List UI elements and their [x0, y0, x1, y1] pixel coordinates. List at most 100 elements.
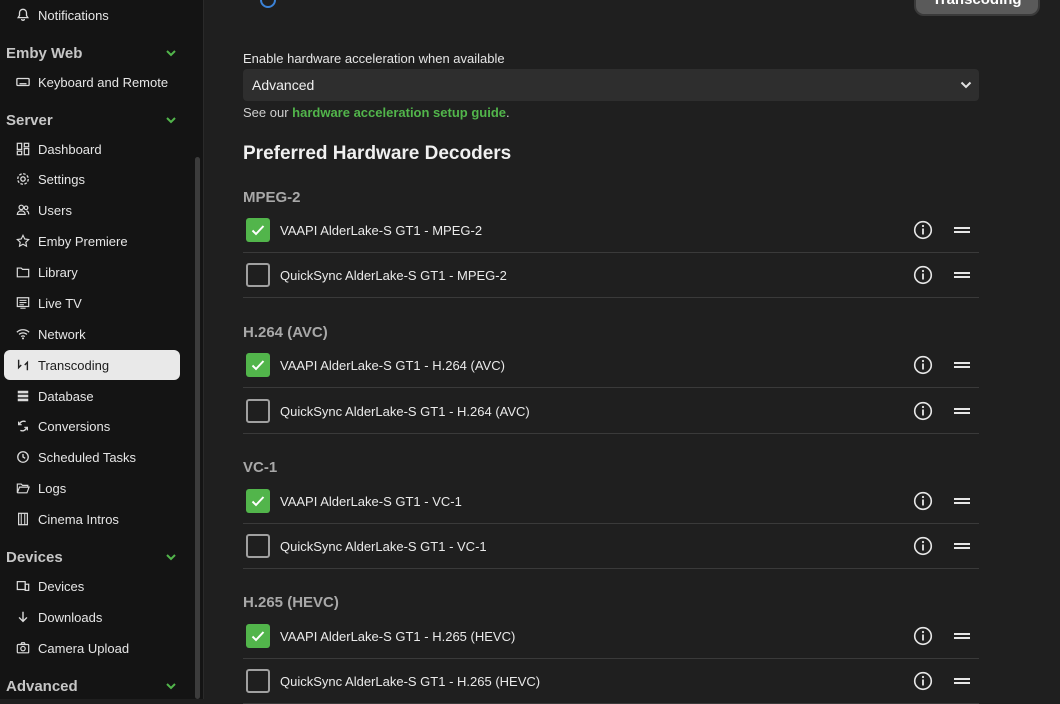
info-icon[interactable] — [913, 491, 933, 511]
info-icon[interactable] — [913, 220, 933, 240]
decoder-row: VAAPI AlderLake-S GT1 - VC-1 — [243, 479, 979, 524]
sidebar-item-logs[interactable]: Logs — [4, 473, 180, 503]
section-advanced[interactable]: Advanced — [6, 678, 176, 695]
chevron-down-icon — [166, 554, 176, 561]
dashboard-icon — [16, 142, 30, 156]
info-icon[interactable] — [913, 536, 933, 556]
drag-handle-icon[interactable] — [954, 405, 970, 417]
group-title: MPEG-2 — [243, 189, 301, 206]
sidebar-item-downloads[interactable]: Downloads — [4, 602, 180, 632]
help-prefix: See our — [243, 105, 293, 120]
drag-handle-icon[interactable] — [954, 359, 970, 371]
section-emby-web[interactable]: Emby Web — [6, 45, 176, 62]
chevron-down-icon — [166, 683, 176, 690]
sidebar-item-users[interactable]: Users — [4, 195, 180, 225]
sidebar-item-cinema-intros[interactable]: Cinema Intros — [4, 504, 180, 534]
decoder-checkbox[interactable] — [246, 399, 270, 423]
checkmark-icon — [251, 225, 265, 236]
drag-handle-icon[interactable] — [954, 224, 970, 236]
info-icon[interactable] — [913, 626, 933, 646]
sidebar-item-notifications[interactable]: Notifications — [4, 0, 180, 30]
drag-handle-icon[interactable] — [954, 540, 970, 552]
decoder-checkbox[interactable] — [246, 669, 270, 693]
drag-handle-icon[interactable] — [954, 269, 970, 281]
chevron-down-icon — [166, 117, 176, 124]
sidebar-item-label: Network — [38, 326, 86, 342]
sidebar-item-label: Keyboard and Remote — [38, 74, 169, 90]
sidebar-item-devices[interactable]: Devices — [4, 571, 180, 601]
chevron-down-icon — [960, 81, 972, 89]
folder-open-icon — [16, 481, 30, 495]
group-title: H.265 (HEVC) — [243, 594, 339, 611]
convert-icon — [16, 419, 30, 433]
sidebar-item-label: Live TV — [38, 295, 82, 311]
decoder-checkbox[interactable] — [246, 263, 270, 287]
sidebar-item-label: Notifications — [38, 7, 109, 23]
decoder-row: QuickSync AlderLake-S GT1 - VC-1 — [243, 524, 979, 569]
devices-icon — [16, 579, 30, 593]
info-icon[interactable] — [913, 671, 933, 691]
tab-transcoding[interactable]: Transcoding — [914, 0, 1040, 16]
checkmark-icon — [251, 360, 265, 371]
keyboard-icon — [16, 75, 30, 89]
gear-icon — [16, 172, 30, 186]
decoder-row: QuickSync AlderLake-S GT1 - MPEG-2 — [243, 253, 979, 298]
group-title: VC-1 — [243, 459, 278, 476]
sidebar-item-label: Downloads — [38, 609, 103, 625]
section-label: Emby Web — [6, 45, 83, 62]
sidebar-item-transcoding[interactable]: Transcoding — [4, 350, 180, 380]
chevron-down-icon — [166, 50, 176, 57]
sidebar-item-camera-upload[interactable]: Camera Upload — [4, 633, 180, 663]
sidebar-item-dashboard[interactable]: Dashboard — [4, 134, 180, 164]
sidebar-scrollbar[interactable] — [195, 157, 200, 699]
info-icon[interactable] — [913, 355, 933, 375]
sidebar-item-library[interactable]: Library — [4, 257, 180, 287]
sidebar-item-conversions[interactable]: Conversions — [4, 411, 180, 441]
sidebar-item-label: Emby Premiere — [38, 233, 128, 249]
sidebar-item-live-tv[interactable]: Live TV — [4, 288, 180, 318]
info-icon[interactable] — [260, 0, 276, 8]
decoder-checkbox[interactable] — [246, 353, 270, 377]
drag-handle-icon[interactable] — [954, 630, 970, 642]
film-icon — [16, 512, 30, 526]
star-icon — [16, 234, 30, 248]
drag-handle-icon[interactable] — [954, 495, 970, 507]
decoder-checkbox[interactable] — [246, 489, 270, 513]
sidebar-item-scheduled-tasks[interactable]: Scheduled Tasks — [4, 442, 180, 472]
download-arrow-icon — [16, 610, 30, 624]
hw-accel-guide-link[interactable]: hardware acceleration setup guide — [292, 105, 506, 120]
hw-accel-select[interactable]: Advanced — [243, 69, 979, 101]
section-server[interactable]: Server — [6, 112, 176, 129]
info-icon[interactable] — [913, 265, 933, 285]
info-icon[interactable] — [913, 401, 933, 421]
sidebar-item-database[interactable]: Database — [4, 381, 180, 411]
hw-accel-value: Advanced — [252, 77, 315, 93]
help-suffix: . — [506, 105, 510, 120]
sidebar-item-label: Logs — [38, 480, 67, 496]
clock-icon — [16, 450, 30, 464]
main-content: Transcoding Enable hardware acceleration… — [204, 0, 1060, 704]
checkmark-icon — [251, 496, 265, 507]
decoder-checkbox[interactable] — [246, 218, 270, 242]
sidebar-item-keyboard-remote[interactable]: Keyboard and Remote — [4, 67, 180, 97]
group-title: H.264 (AVC) — [243, 324, 328, 341]
sidebar-item-settings[interactable]: Settings — [4, 164, 180, 194]
tv-guide-icon — [16, 296, 30, 310]
sidebar-item-emby-premiere[interactable]: Emby Premiere — [4, 226, 180, 256]
decoder-label: VAAPI AlderLake-S GT1 - H.265 (HEVC) — [280, 628, 516, 644]
camera-icon — [16, 641, 30, 655]
sidebar-item-label: Database — [38, 388, 94, 404]
sidebar: Notifications Emby Web Keyboard and Remo… — [0, 0, 204, 699]
decoder-label: QuickSync AlderLake-S GT1 - MPEG-2 — [280, 267, 507, 283]
database-icon — [16, 389, 30, 403]
decoder-row: VAAPI AlderLake-S GT1 - H.265 (HEVC) — [243, 614, 979, 659]
decoder-label: VAAPI AlderLake-S GT1 - VC-1 — [280, 493, 462, 509]
sidebar-item-label: Dashboard — [38, 141, 102, 157]
drag-handle-icon[interactable] — [954, 675, 970, 687]
decoder-checkbox[interactable] — [246, 624, 270, 648]
sidebar-item-label: Settings — [38, 171, 85, 187]
section-devices[interactable]: Devices — [6, 549, 176, 566]
bell-icon — [16, 8, 30, 22]
decoder-checkbox[interactable] — [246, 534, 270, 558]
sidebar-item-network[interactable]: Network — [4, 319, 180, 349]
